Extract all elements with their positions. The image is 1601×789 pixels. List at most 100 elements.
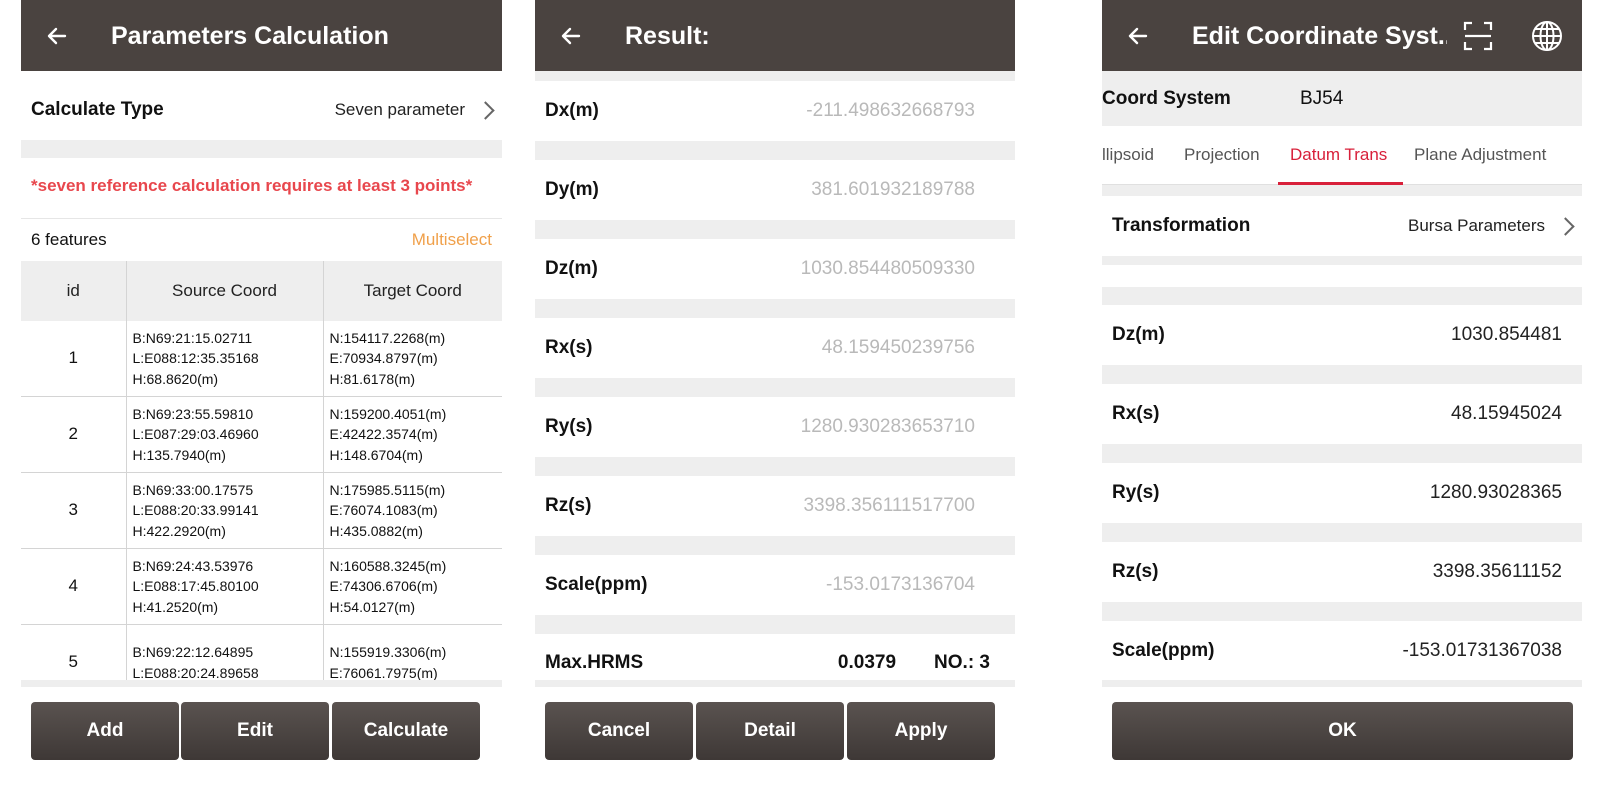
separator <box>1102 444 1582 463</box>
separator <box>535 615 1015 634</box>
param-value: 1280.93028365 <box>1429 482 1562 503</box>
page-title: Result: <box>625 22 710 50</box>
globe-icon[interactable] <box>1531 20 1563 52</box>
target-n: N:160588.3245(m) <box>329 557 447 574</box>
param-row-dz[interactable]: Dz(m) 1030.854481 <box>1102 305 1582 365</box>
param-label: Scale(ppm) <box>1112 640 1215 661</box>
source-l: L:E088:17:45.80100 <box>132 578 259 595</box>
cancel-button[interactable]: Cancel <box>545 702 693 760</box>
result-label: Rx(s) <box>545 337 593 358</box>
result-value: -153.0173136704 <box>826 574 975 595</box>
source-coord-cell: B:N69:22:12.64895 L:E088:20:24.89658 <box>126 624 324 680</box>
ok-button[interactable]: OK <box>1112 702 1573 760</box>
tab-projection[interactable]: Projection <box>1184 126 1260 184</box>
separator <box>1102 185 1582 196</box>
result-value: -211.498632668793 <box>806 100 975 121</box>
result-value: 1280.930283653710 <box>800 416 975 437</box>
calculate-type-row[interactable]: Calculate Type Seven parameter <box>21 80 502 140</box>
separator <box>1102 602 1582 621</box>
source-coord-cell: B:N69:23:55.59810 L:E087:29:03.46960 H:135… <box>126 396 324 473</box>
param-row-ry[interactable]: Ry(s) 1280.93028365 <box>1102 463 1582 523</box>
edit-button[interactable]: Edit <box>181 702 329 760</box>
column-header-target: Target Coord <box>323 261 502 321</box>
arrow-left-icon[interactable] <box>45 24 69 48</box>
target-coord-cell: N:155919.3306(m) E:76061.7975(m) <box>323 624 502 681</box>
separator <box>535 71 1015 81</box>
calculate-button[interactable]: Calculate <box>332 702 480 760</box>
max-hrms-value: 0.0379 <box>837 652 897 673</box>
chevron-right-icon <box>476 100 495 120</box>
separator <box>535 141 1015 160</box>
param-value: 3398.35611152 <box>1432 561 1562 582</box>
apply-button[interactable]: Apply <box>847 702 995 760</box>
target-coord-cell: N:159200.4051(m) E:42422.3574(m) H:148.670… <box>323 396 502 473</box>
tab-ellipsoid[interactable]: llipsoid <box>1102 126 1154 184</box>
source-b: B:N69:24:43.53976 <box>132 557 254 574</box>
target-n: N:155919.3306(m) <box>329 644 447 660</box>
source-h: H:422.2920(m) <box>132 522 226 539</box>
transformation-selector[interactable]: Bursa Parameters <box>1408 216 1575 236</box>
separator <box>21 140 502 158</box>
transformation-row[interactable]: Transformation Bursa Parameters <box>1102 196 1582 256</box>
table-row[interactable]: 5 B:N69:22:12.64895 L:E088:20:24.89658 N:… <box>21 624 502 681</box>
target-e: E:70934.8797(m) <box>329 350 438 367</box>
result-row-dx: Dx(m) -211.498632668793 <box>535 81 1015 141</box>
target-n: N:159200.4051(m) <box>329 405 447 422</box>
scan-frame-icon[interactable] <box>1463 21 1493 51</box>
separator <box>535 457 1015 476</box>
tab-datum-trans[interactable]: Datum Trans <box>1290 126 1387 184</box>
calculate-type-value: Seven parameter <box>334 100 465 119</box>
tab-bar: llipsoid Projection Datum Trans Plane Ad… <box>1102 126 1582 185</box>
coord-system-row: Coord System BJ54 <box>1102 71 1582 126</box>
param-label: Ry(s) <box>1112 482 1160 503</box>
top-app-bar: Result: <box>535 0 1015 71</box>
arrow-left-icon[interactable] <box>559 24 583 48</box>
parameters-calculation-screen: Parameters Calculation Calculate Type Se… <box>21 0 502 789</box>
result-row-rx: Rx(s) 48.159450239756 <box>535 318 1015 378</box>
source-coord-cell: B:N69:33:00.17575 L:E088:20:33.99141 H:422… <box>126 472 324 549</box>
result-label: Ry(s) <box>545 416 593 437</box>
param-row-rx[interactable]: Rx(s) 48.15945024 <box>1102 384 1582 444</box>
param-row-scale[interactable]: Scale(ppm) -153.01731367038 <box>1102 621 1582 681</box>
target-e: E:76074.1083(m) <box>329 502 438 519</box>
result-label: Scale(ppm) <box>545 574 648 595</box>
calculate-type-label: Calculate Type <box>31 99 164 120</box>
table-row[interactable]: 3 B:N69:33:00.17575 L:E088:20:33.99141 H:4… <box>21 472 502 549</box>
source-h: H:68.8620(m) <box>132 370 219 387</box>
table-row[interactable]: 1 B:N69:21:15.02711 L:E088:12:35.35168 H:6… <box>21 321 502 397</box>
transformation-value: Bursa Parameters <box>1408 216 1545 235</box>
source-l: L:E088:12:35.35168 <box>132 350 259 367</box>
param-value: -153.01731367038 <box>1402 640 1562 661</box>
target-h: H:81.6178(m) <box>329 370 416 387</box>
separator <box>535 220 1015 239</box>
target-h: H:148.6704(m) <box>329 446 423 463</box>
target-h: H:54.0127(m) <box>329 598 416 615</box>
page-title: Edit Coordinate Syst... <box>1192 22 1447 50</box>
param-row-rz[interactable]: Rz(s) 3398.35611152 <box>1102 542 1582 602</box>
row-id: 4 <box>21 548 127 625</box>
row-id: 1 <box>21 321 127 397</box>
source-coord-cell: B:N69:21:15.02711 L:E088:12:35.35168 H:68.… <box>126 321 324 397</box>
result-value: 1030.854480509330 <box>800 258 975 279</box>
result-label: Dx(m) <box>545 100 599 121</box>
points-table-container[interactable]: id Source Coord Target Coord 1 B:N69:21:… <box>21 261 502 680</box>
top-app-bar: Parameters Calculation <box>21 0 502 71</box>
source-b: B:N69:21:15.02711 <box>132 329 253 346</box>
add-button[interactable]: Add <box>31 702 179 760</box>
coord-system-value: BJ54 <box>1300 87 1344 109</box>
page-title: Parameters Calculation <box>111 22 389 50</box>
target-n: N:175985.5115(m) <box>329 481 446 498</box>
arrow-left-icon[interactable] <box>1126 24 1150 48</box>
target-e: E:76061.7975(m) <box>329 664 438 681</box>
multiselect-link[interactable]: Multiselect <box>412 230 492 250</box>
points-table: id Source Coord Target Coord 1 B:N69:21:… <box>21 261 502 680</box>
tab-plane-adjustment[interactable]: Plane Adjustment <box>1414 126 1546 184</box>
calculate-type-selector[interactable]: Seven parameter <box>334 100 495 120</box>
param-label: Rz(s) <box>1112 561 1159 582</box>
target-coord-cell: N:160588.3245(m) E:74306.6706(m) H:54.0127… <box>323 548 502 625</box>
table-row[interactable]: 4 B:N69:24:43.53976 L:E088:17:45.80100 H:4… <box>21 548 502 625</box>
target-coord-cell: N:154117.2268(m) E:70934.8797(m) H:81.6178… <box>323 321 502 397</box>
max-hrms-label: Max.HRMS <box>545 652 644 673</box>
table-row[interactable]: 2 B:N69:23:55.59810 L:E087:29:03.46960 H:1… <box>21 396 502 473</box>
detail-button[interactable]: Detail <box>696 702 844 760</box>
